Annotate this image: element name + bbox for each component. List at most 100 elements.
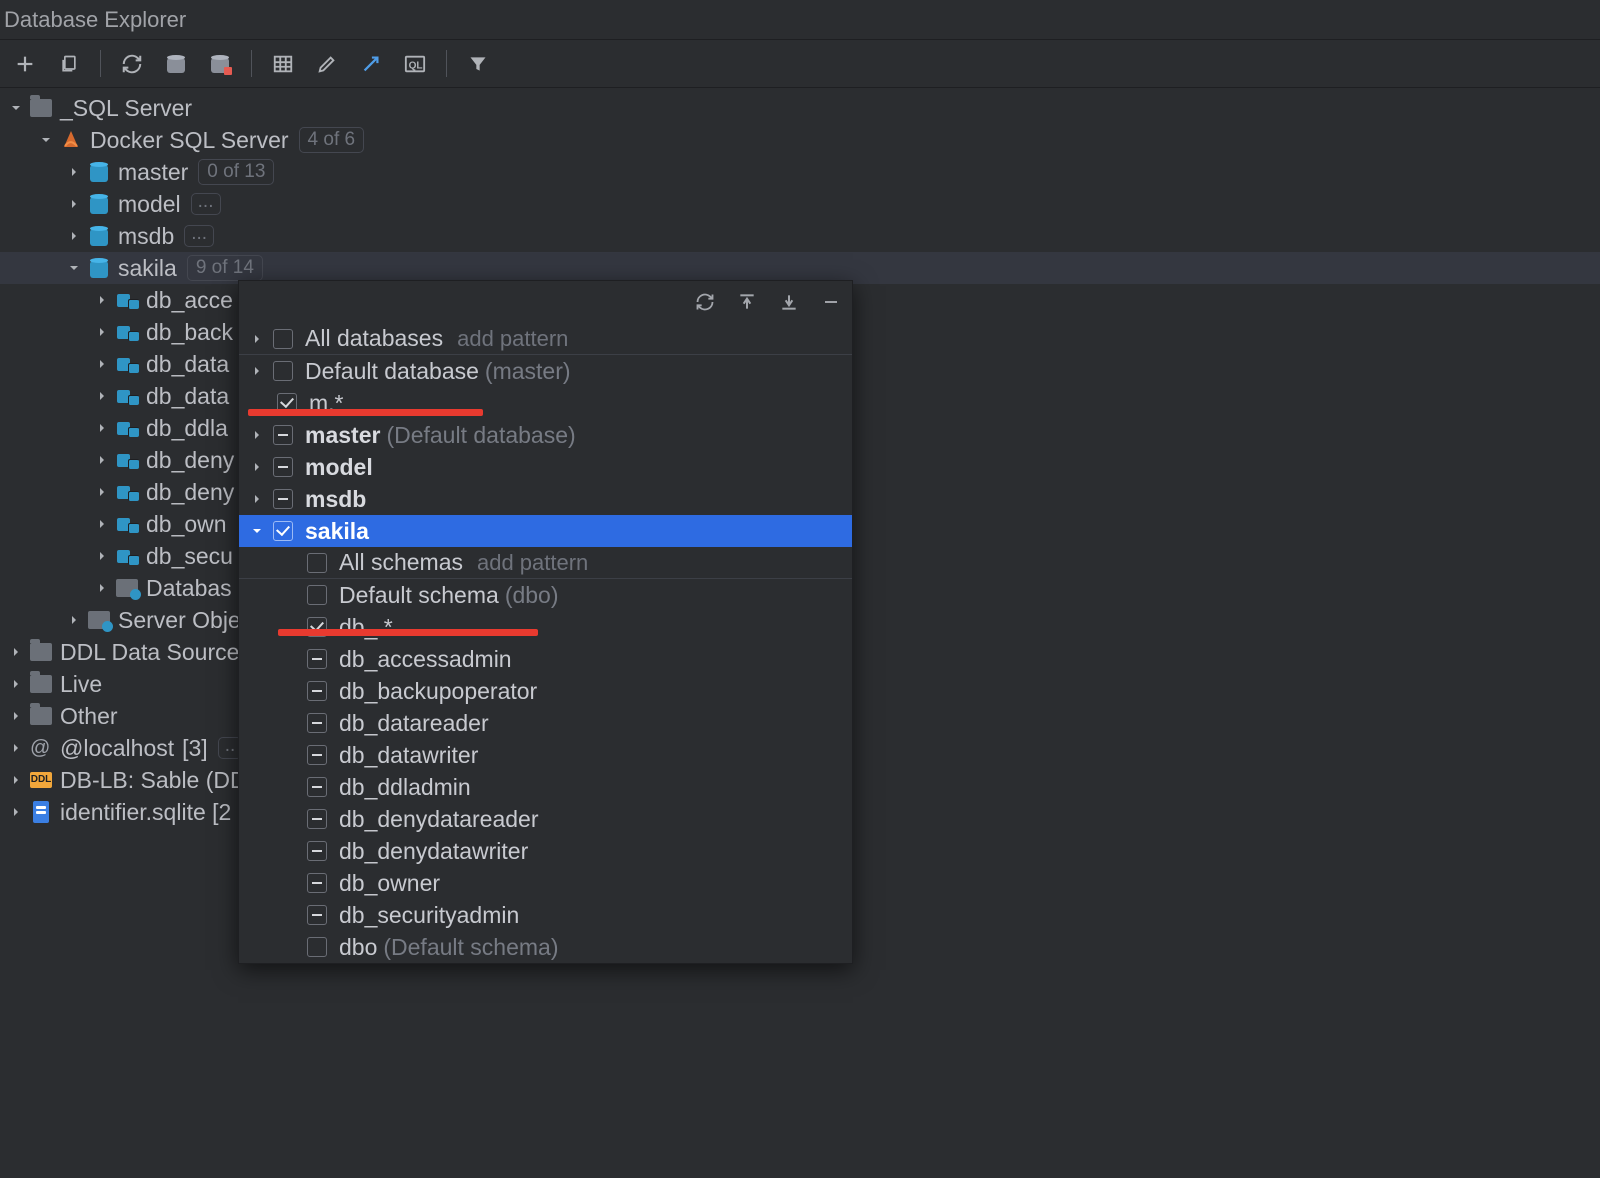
popup-row-dbo[interactable]: dbo (Default schema) (239, 931, 852, 963)
chevron-right-icon[interactable] (94, 420, 110, 436)
tree-db-msdb[interactable]: msdb ... (0, 220, 1600, 252)
chevron-right-icon[interactable] (94, 516, 110, 532)
chevron-right-icon[interactable] (249, 459, 265, 475)
checkbox-mixed[interactable] (273, 457, 293, 477)
expand-all-icon[interactable] (736, 291, 758, 313)
database-icon (88, 161, 110, 183)
popup-row-schema[interactable]: db_backupoperator (239, 675, 852, 707)
chevron-down-icon[interactable] (38, 132, 54, 148)
checkbox-mixed[interactable] (307, 745, 327, 765)
add-pattern-link[interactable]: add pattern (457, 326, 568, 352)
popup-row-schema[interactable]: db_securityadmin (239, 899, 852, 931)
chevron-right-icon[interactable] (94, 484, 110, 500)
popup-row-default-schema[interactable]: Default schema (dbo) (239, 579, 852, 611)
chevron-right-icon[interactable] (8, 740, 24, 756)
ql-icon[interactable]: QL (402, 51, 428, 77)
popup-label: Default database (305, 358, 479, 385)
chevron-right-icon[interactable] (66, 228, 82, 244)
popup-row-msdb[interactable]: msdb (239, 483, 852, 515)
chevron-down-icon[interactable] (66, 260, 82, 276)
chevron-down-icon[interactable] (8, 100, 24, 116)
toolbar-separator (446, 50, 447, 77)
schema-filter-popup[interactable]: All databases add pattern Default databa… (238, 280, 853, 964)
checkbox-mixed[interactable] (307, 649, 327, 669)
popup-row-all-databases[interactable]: All databases add pattern (239, 323, 852, 355)
tree-label: db_deny (146, 449, 234, 472)
popup-row-master[interactable]: master (Default database) (239, 419, 852, 451)
checkbox-mixed[interactable] (307, 841, 327, 861)
popup-row-schema[interactable]: db_accessadmin (239, 643, 852, 675)
database-icon (88, 193, 110, 215)
checkbox-mixed[interactable] (307, 873, 327, 893)
chevron-right-icon[interactable] (249, 491, 265, 507)
edit-pencil-icon[interactable] (314, 51, 340, 77)
refresh-icon[interactable] (119, 51, 145, 77)
chevron-right-icon[interactable] (94, 356, 110, 372)
chevron-right-icon[interactable] (66, 612, 82, 628)
jump-icon[interactable] (358, 51, 384, 77)
chevron-right-icon[interactable] (8, 676, 24, 692)
chevron-right-icon[interactable] (8, 772, 24, 788)
folder-db-icon (88, 609, 110, 631)
chevron-right-icon[interactable] (249, 331, 265, 347)
chevron-right-icon[interactable] (66, 164, 82, 180)
popup-row-schema[interactable]: db_denydatawriter (239, 835, 852, 867)
chevron-right-icon[interactable] (94, 292, 110, 308)
popup-row-all-schemas[interactable]: All schemas add pattern (239, 547, 852, 579)
checkbox[interactable] (273, 361, 293, 381)
popup-row-default-database[interactable]: Default database (master) (239, 355, 852, 387)
checkbox[interactable] (307, 585, 327, 605)
tree-db-master[interactable]: master 0 of 13 (0, 156, 1600, 188)
add-icon[interactable] (12, 51, 38, 77)
chevron-right-icon[interactable] (94, 580, 110, 596)
checkbox-mixed[interactable] (307, 681, 327, 701)
popup-row-schema[interactable]: db_owner (239, 867, 852, 899)
chevron-right-icon[interactable] (249, 363, 265, 379)
tree-label: _SQL Server (60, 97, 192, 120)
schema-icon (116, 513, 138, 535)
tree-label: master (118, 161, 188, 184)
checkbox[interactable] (307, 937, 327, 957)
checkbox-checked[interactable] (273, 521, 293, 541)
tree-server-docker[interactable]: Docker SQL Server 4 of 6 (0, 124, 1600, 156)
chevron-right-icon[interactable] (94, 388, 110, 404)
refresh-icon[interactable] (694, 291, 716, 313)
db-sync-icon[interactable] (163, 51, 189, 77)
minimize-icon[interactable] (820, 291, 842, 313)
chevron-right-icon[interactable] (94, 324, 110, 340)
checkbox-mixed[interactable] (307, 713, 327, 733)
tree-label: db_deny (146, 481, 234, 504)
chevron-right-icon[interactable] (8, 804, 24, 820)
add-pattern-link[interactable]: add pattern (477, 550, 588, 576)
popup-row-schema[interactable]: db_datawriter (239, 739, 852, 771)
chevron-right-icon[interactable] (94, 452, 110, 468)
db-stop-icon[interactable] (207, 51, 233, 77)
popup-row-schema[interactable]: db_datareader (239, 707, 852, 739)
popup-row-schema[interactable]: db_ddladmin (239, 771, 852, 803)
tree-label: sakila (118, 257, 177, 280)
filter-icon[interactable] (465, 51, 491, 77)
tree-root-sql-server[interactable]: _SQL Server (0, 92, 1600, 124)
popup-row-sakila[interactable]: sakila (239, 515, 852, 547)
popup-row-schema[interactable]: db_denydatareader (239, 803, 852, 835)
checkbox[interactable] (307, 553, 327, 573)
chevron-right-icon[interactable] (94, 548, 110, 564)
tree-db-model[interactable]: model ... (0, 188, 1600, 220)
database-icon (88, 225, 110, 247)
chevron-right-icon[interactable] (249, 427, 265, 443)
grid-icon[interactable] (270, 51, 296, 77)
checkbox-mixed[interactable] (273, 489, 293, 509)
checkbox-mixed[interactable] (307, 777, 327, 797)
checkbox[interactable] (273, 329, 293, 349)
checkbox-mixed[interactable] (307, 905, 327, 925)
popup-row-pattern-db[interactable]: db_.* (239, 611, 852, 643)
duplicate-icon[interactable] (56, 51, 82, 77)
checkbox-mixed[interactable] (307, 809, 327, 829)
collapse-all-icon[interactable] (778, 291, 800, 313)
checkbox-mixed[interactable] (273, 425, 293, 445)
chevron-right-icon[interactable] (8, 708, 24, 724)
chevron-down-icon[interactable] (249, 523, 265, 539)
chevron-right-icon[interactable] (66, 196, 82, 212)
popup-row-model[interactable]: model (239, 451, 852, 483)
chevron-right-icon[interactable] (8, 644, 24, 660)
